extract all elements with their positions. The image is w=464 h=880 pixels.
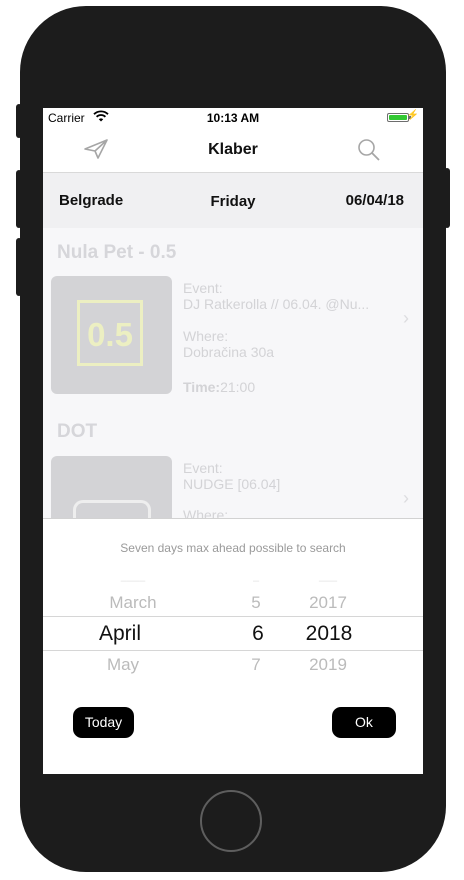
status-bar: Carrier 10:13 AM ⚡ — [43, 108, 423, 128]
where-label: Where: — [183, 328, 229, 344]
where-value: Dobračina 30a — [183, 344, 275, 360]
picker-selection-bottom-line — [43, 650, 423, 651]
venue-list: Nula Pet - 0.5 0.5 Event: DJ Ratkerolla … — [43, 228, 423, 574]
picker-hint: Seven days max ahead possible to search — [120, 541, 346, 555]
picker-year-above[interactable]: 2017 — [298, 593, 358, 613]
navigation-bar: Klaber — [43, 128, 423, 173]
date-bar: Belgrade Friday 06/04/18 — [43, 173, 423, 228]
picker-day-selected[interactable]: 6 — [243, 622, 273, 646]
venue-logo: 0.5 — [77, 300, 143, 366]
venue-title: Nula Pet - 0.5 — [57, 242, 177, 263]
time-value: 21:00 — [220, 379, 256, 395]
charging-icon: ⚡ — [406, 110, 419, 121]
time-row: Time:21:00 — [183, 379, 255, 395]
event-value: NUDGE [06.04] — [183, 476, 281, 492]
venue-thumbnail[interactable]: 0.5 — [51, 276, 172, 394]
chevron-right-icon: › — [403, 488, 409, 508]
event-label: Event: — [183, 460, 223, 476]
picker-month-above[interactable]: March — [83, 593, 183, 613]
picker-year-selected[interactable]: 2018 — [297, 622, 361, 646]
chevron-right-icon: › — [403, 308, 409, 328]
picker-day-above[interactable]: 5 — [241, 593, 271, 613]
event-label: Event: — [183, 280, 223, 296]
date-picker-panel: Seven days max ahead possible to search … — [43, 518, 423, 774]
app-screen: Carrier 10:13 AM ⚡ Klaber Belgrade Frida… — [43, 108, 423, 774]
picker-month-selected[interactable]: April — [70, 622, 170, 646]
picker-faint-row: ‒‒‒ — [318, 575, 338, 587]
picker-day-below[interactable]: 7 — [241, 655, 271, 675]
home-button[interactable] — [200, 790, 262, 852]
picker-month-below[interactable]: May — [73, 655, 173, 675]
picker-selection-top-line — [43, 616, 423, 617]
today-button[interactable]: Today — [73, 707, 134, 738]
time-label: Time: — [183, 379, 221, 395]
picker-faint-row: ‒‒‒‒ — [120, 575, 146, 587]
date-label[interactable]: 06/04/18 — [346, 192, 404, 209]
battery-level — [389, 115, 407, 120]
event-value: DJ Ratkerolla // 06.04. @Nu... — [183, 296, 370, 312]
search-icon[interactable] — [357, 138, 381, 162]
clock: 10:13 AM — [206, 111, 260, 125]
picker-faint-row: ‒ — [252, 575, 260, 587]
picker-year-below[interactable]: 2019 — [298, 655, 358, 675]
venue-title: DOT — [57, 421, 98, 442]
ok-button[interactable]: Ok — [332, 707, 396, 738]
